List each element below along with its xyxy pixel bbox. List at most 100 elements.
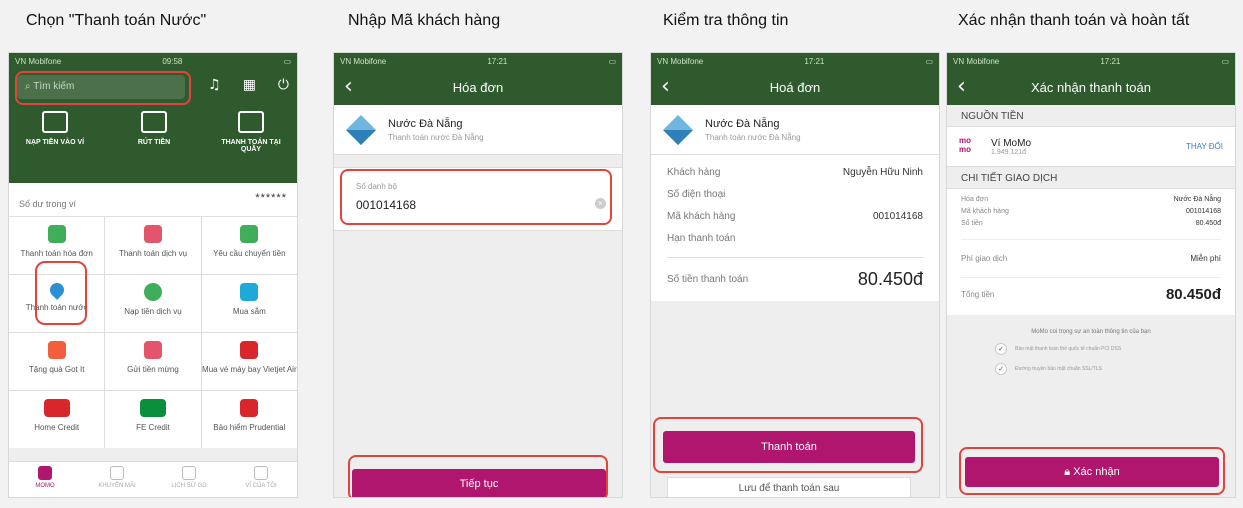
- row-value: 001014168: [1185, 207, 1221, 215]
- page-title: Hoá đơn: [769, 79, 821, 95]
- phone-screen-input: VN Mobifone 17:21 ▭ ‹ Hóa đơn Nước Đà Nẵ…: [333, 52, 623, 498]
- phone-screen-confirm: VN Mobifone 17:21 ▭ ‹ Xác nhận thanh toá…: [946, 52, 1236, 498]
- funding-source: mo mo Ví MoMo 1.949.121đ THAY ĐỔI: [947, 127, 1235, 167]
- service-label: Thanh toán dịch vụ: [118, 249, 188, 258]
- quick-withdraw[interactable]: RÚT TIỀN: [114, 111, 194, 146]
- quick-counter[interactable]: THANH TOÁN TẠI QUẦY: [211, 111, 291, 153]
- service-pay[interactable]: Thanh toán dịch vụ: [105, 217, 201, 274]
- quick-topup[interactable]: NẠP TIỀN VÀO VÍ: [15, 111, 95, 146]
- highlight-search: [15, 71, 191, 105]
- service-lucky-money[interactable]: Gửi tiền mừng: [105, 333, 201, 390]
- row-value: Nước Đà Nẵng: [1173, 195, 1221, 203]
- service-label: Mua sắm: [232, 307, 266, 316]
- row-value: 80.450đ: [1195, 219, 1221, 227]
- step-title-2: Nhập Mã khách hàng: [348, 12, 501, 29]
- tag-icon: [110, 466, 124, 480]
- fee-label: Phí giao dịch: [961, 254, 1008, 263]
- service-topup[interactable]: Nạp tiền dịch vụ: [105, 275, 201, 332]
- change-source-link[interactable]: THAY ĐỔI: [1186, 142, 1223, 151]
- power-icon[interactable]: ⏻: [278, 77, 289, 93]
- phone-pay-icon: [143, 225, 162, 243]
- security-item: ✓ Bảo mật thanh toán thẻ quốc tế chuẩn PC…: [947, 343, 1235, 355]
- back-chevron-icon[interactable]: ‹: [661, 74, 670, 99]
- balance-bar: Số dư trong ví ******: [9, 183, 297, 217]
- detail-row: Mã khách hàng 001014168: [961, 205, 1221, 217]
- water-company-logo: [346, 114, 376, 145]
- tab-momo[interactable]: MOMO: [9, 462, 81, 497]
- request-money-icon: [240, 225, 259, 243]
- nav-bar: ‹ Xác nhận thanh toán: [947, 69, 1235, 105]
- service-gotit[interactable]: Tặng quà Got It: [9, 333, 105, 390]
- highlight-water-service: [35, 261, 87, 325]
- row-value: Nguyễn Hữu Ninh: [842, 166, 923, 178]
- back-chevron-icon[interactable]: ‹: [344, 74, 353, 99]
- home-credit-logo: [43, 399, 70, 417]
- highlight-continue: [348, 455, 608, 497]
- service-label: Nạp tiền dịch vụ: [124, 307, 182, 316]
- row-label: Hóa đơn: [961, 195, 989, 203]
- row-label: Số điện thoại: [667, 188, 726, 200]
- status-bar: VN Mobifone 09:58 ▭: [9, 53, 297, 69]
- service-label: FE Credit: [136, 423, 170, 432]
- coin-icon: [143, 283, 162, 301]
- service-home-credit[interactable]: Home Credit: [9, 391, 105, 448]
- qr-code-icon[interactable]: ▦: [243, 77, 256, 93]
- provider-subtitle: Thanh toán nước Đà Nẵng: [388, 132, 484, 142]
- quick-counter-label: THANH TOÁN TẠI QUẦY: [221, 139, 281, 153]
- carrier-label: VN Mobifone: [657, 56, 704, 66]
- tab-label: VÍ CỦA TÔI: [245, 483, 277, 489]
- step-title-4: Xác nhận thanh toán và hoàn tất: [958, 12, 1190, 29]
- status-bar: VN Mobifone 17:21 ▭: [947, 53, 1235, 69]
- back-chevron-icon[interactable]: ‹: [957, 74, 966, 99]
- service-fe-credit[interactable]: FE Credit: [105, 391, 201, 448]
- service-vietjet[interactable]: Mua vé máy bay Vietjet Air: [201, 333, 297, 390]
- fee-value: Miễn phí: [1190, 254, 1221, 263]
- home-icon: [38, 466, 52, 480]
- row-value: 001014168: [872, 210, 923, 222]
- detail-header: CHI TIẾT GIAO DỊCH: [947, 167, 1235, 189]
- tab-wallet[interactable]: VÍ CỦA TÔI: [225, 462, 297, 497]
- wallet-icon: [254, 466, 268, 480]
- envelope-icon: [143, 341, 162, 359]
- provider-name: Nước Đà Nẵng: [388, 117, 463, 130]
- highlight-confirm: [959, 447, 1225, 495]
- tab-promotions[interactable]: KHUYẾN MÃI: [81, 462, 153, 497]
- service-request[interactable]: Yêu cầu chuyển tiền: [201, 217, 297, 274]
- detail-row: Số tiền 80.450đ: [961, 217, 1221, 229]
- bill-icon: [47, 225, 66, 243]
- history-icon: [182, 466, 196, 480]
- battery-icon: ▭: [608, 56, 616, 66]
- highlight-pay: [653, 417, 923, 473]
- wallet-in-icon: [42, 111, 68, 133]
- withdraw-icon: [141, 111, 167, 133]
- battery-icon: ▭: [283, 56, 291, 66]
- service-prudential[interactable]: Bảo hiểm Prudential: [201, 391, 297, 448]
- row-label: Số tiền: [961, 219, 983, 227]
- tab-label: KHUYẾN MÃI: [98, 483, 136, 489]
- security-item-label: Bảo mật thanh toán thẻ quốc tế chuẩn PCI…: [1015, 346, 1122, 352]
- total-value: 80.450đ: [857, 269, 923, 289]
- provider-card: Nước Đà Nẵng Thanh toán nước Đà Nẵng: [651, 105, 939, 155]
- bell-icon[interactable]: ♫: [208, 77, 221, 93]
- tab-history[interactable]: LỊCH SỬ GD: [153, 462, 225, 497]
- nav-bar: ‹ Hoá đơn: [651, 69, 939, 105]
- service-label: Tặng quà Got It: [28, 365, 85, 374]
- clock-label: 09:58: [162, 56, 183, 66]
- detail-row: Mã khách hàng 001014168: [667, 205, 923, 227]
- grand-total-row: Tổng tiền 80.450đ: [961, 277, 1221, 311]
- battery-icon: ▭: [925, 56, 933, 66]
- security-item: ✓ Đường truyền bảo mật chuẩn SSL/TLS: [947, 363, 1235, 375]
- bottom-tabbar: MOMO KHUYẾN MÃI LỊCH SỬ GD VÍ CỦA TÔI: [9, 461, 297, 497]
- save-later-button[interactable]: Lưu để thanh toán sau: [667, 477, 911, 497]
- highlight-field: [340, 169, 612, 225]
- service-shopping[interactable]: Mua sắm: [201, 275, 297, 332]
- service-label: Mua vé máy bay Vietjet Air: [202, 365, 297, 374]
- grand-total-label: Tổng tiền: [961, 290, 995, 299]
- detail-row: Khách hàng Nguyễn Hữu Ninh: [667, 161, 923, 183]
- security-item-label: Đường truyền bảo mật chuẩn SSL/TLS: [1015, 366, 1102, 372]
- status-bar: VN Mobifone 17:21 ▭: [334, 53, 622, 69]
- prudential-logo: [240, 399, 259, 417]
- balance-value[interactable]: ******: [255, 192, 287, 204]
- step-title-3: Kiểm tra thông tin: [663, 12, 789, 29]
- service-label: Home Credit: [34, 423, 80, 432]
